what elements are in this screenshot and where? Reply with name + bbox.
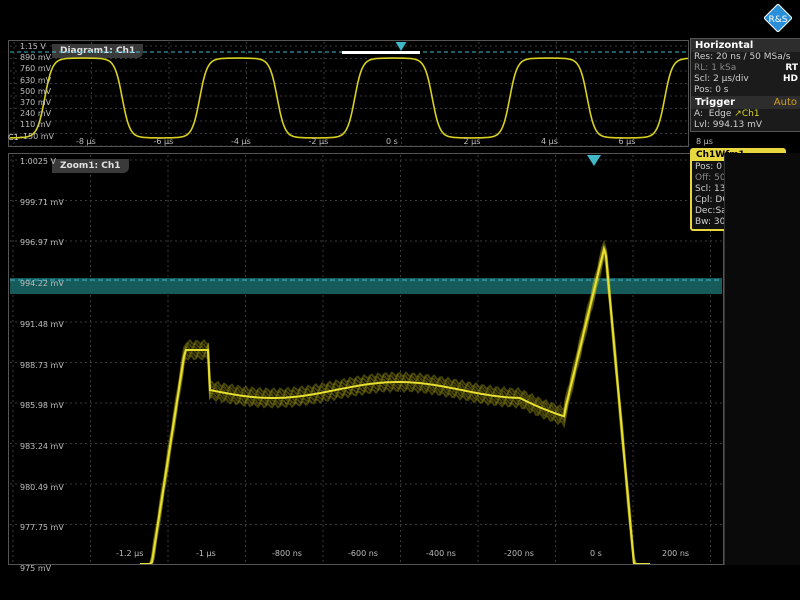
scl-row: Scl: 2 µs/div HD — [694, 74, 798, 84]
pos-row: Pos: 0 s — [694, 85, 729, 95]
zoom-y-tick: 1.0025 V — [20, 157, 57, 166]
diagram-y-tick: 110 mV — [20, 120, 52, 130]
diagram-y-tick: 370 mV — [20, 98, 52, 107]
zoom-y-tick: 977.75 mV — [20, 523, 64, 533]
zoom-y-tick: 983.24 mV — [20, 441, 64, 451]
diagram-y-tick: 1.15 V — [20, 42, 46, 51]
diagram-x-tick: 2 µs — [463, 137, 481, 146]
zoom-y-tick: 996.97 mV — [20, 238, 64, 248]
zoom-y-tick: 985.98 mV — [20, 401, 64, 411]
trigger-lvl-row: Lvl: 994.13 mV — [694, 120, 763, 130]
zoom-x-tick: -1.2 µs — [116, 549, 144, 558]
diagram-x-tick: 0 s — [386, 137, 398, 146]
diagram-y-tick: 890 mV — [20, 53, 52, 63]
diagram-plot[interactable] — [10, 42, 688, 146]
res-row: Res: 20 ns / 50 MSa/s — [694, 52, 791, 62]
rl-row: RL: 1 kSa RT — [694, 63, 798, 73]
horizontal-info-box[interactable]: Horizontal Res: 20 ns / 50 MSa/s RL: 1 k… — [690, 38, 800, 132]
rs-logo-icon: R&S — [763, 3, 793, 33]
diagram-x-tick: -6 µs — [153, 137, 174, 146]
zoom-y-tick: 988.73 mV — [20, 360, 64, 370]
diagram-x-tick: 4 µs — [541, 137, 558, 146]
zoom-y-tick: 994.22 mV — [20, 279, 64, 289]
trigger-title: Trigger Auto — [691, 96, 800, 109]
zoom-x-tick: 200 ns — [662, 549, 690, 558]
diagram-y-tick: -150 mV — [20, 131, 54, 141]
zoom-y-tick: 975 mV — [20, 564, 52, 573]
diagram-x-tick: -4 µs — [231, 137, 251, 146]
right-side-strip — [724, 153, 800, 565]
zoom-x-tick: -200 ns — [504, 549, 534, 558]
zoom-y-tick: 999.71 mV — [20, 197, 64, 207]
zoom-x-tick: -600 ns — [348, 549, 378, 558]
diagram-y-tick: 760 mV — [20, 64, 52, 74]
zoom-x-tick: -800 ns — [272, 549, 302, 558]
diagram-y-tick: 630 mV — [20, 75, 52, 85]
svg-text:R&S: R&S — [769, 15, 788, 25]
zoom-x-tick: -1 µs — [196, 549, 216, 558]
diagram-y-tick: 240 mV — [20, 109, 52, 119]
zoom-x-tick: -400 ns — [426, 549, 456, 558]
trigger-a-row: A: Edge ↗Ch1 — [694, 109, 760, 119]
edge-icon: ↗ — [734, 109, 742, 119]
zoom-plot[interactable] — [10, 155, 722, 564]
horizontal-title: Horizontal — [691, 39, 800, 52]
diagram-x-tick: -2 µs — [308, 137, 329, 146]
zoom-y-tick: 991.48 mV — [20, 319, 64, 329]
diagram-x-tick: -8 µs — [76, 137, 96, 146]
zoom-y-tick: 980.49 mV — [20, 482, 64, 492]
diagram-x-tick: 6 µs — [618, 137, 636, 146]
diagram-x-tick: 8 µs — [696, 137, 713, 146]
diagram-y-tick: 500 mV — [20, 86, 52, 96]
zoom-x-tick: 0 s — [590, 549, 602, 558]
